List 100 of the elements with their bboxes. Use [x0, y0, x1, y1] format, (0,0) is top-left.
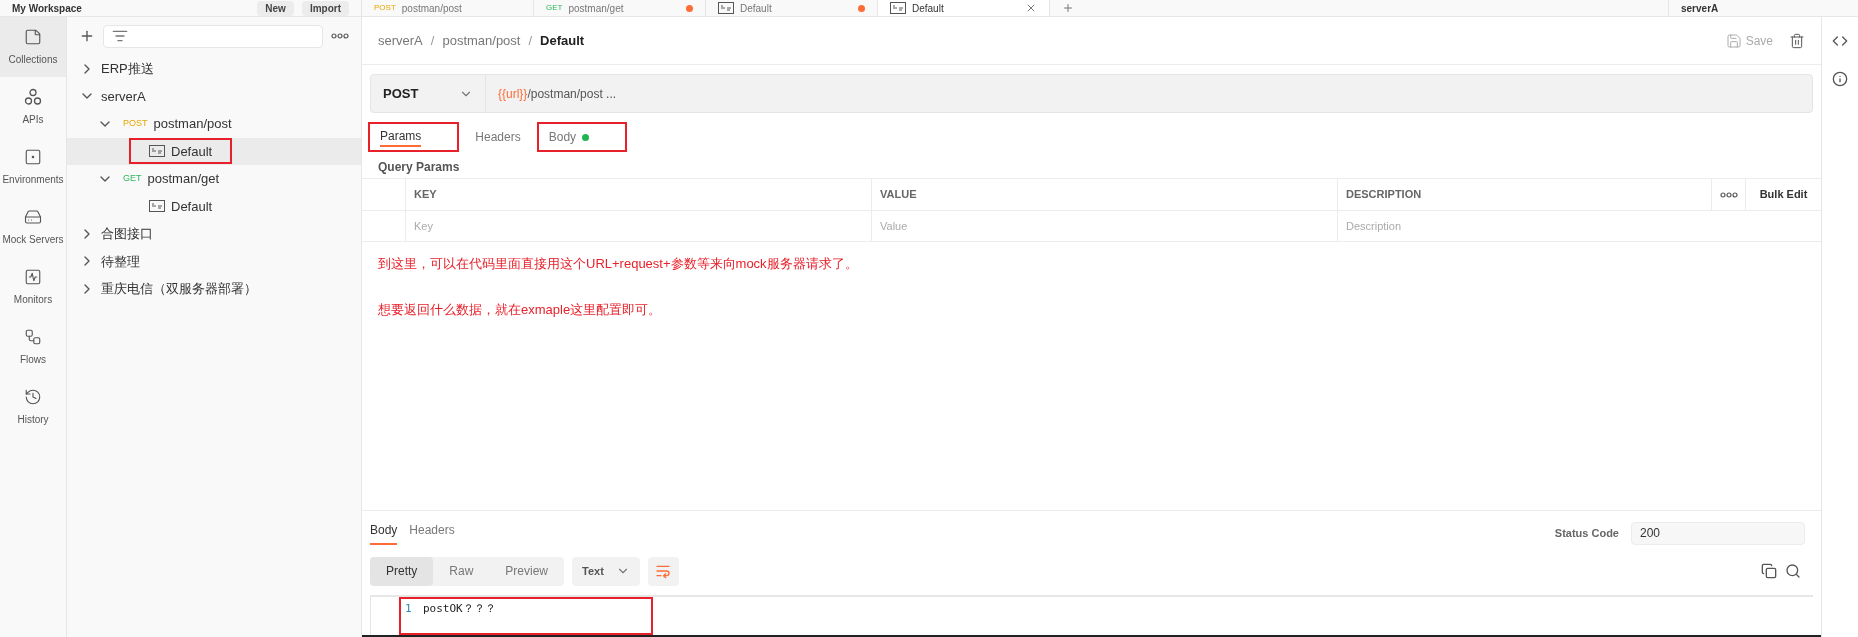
tree-item[interactable]: serverA — [67, 82, 361, 110]
delete-icon[interactable] — [1789, 32, 1805, 49]
rail-item[interactable]: Environments — [0, 137, 66, 197]
workspace-title[interactable]: My Workspace — [12, 0, 250, 16]
wrap-button[interactable] — [647, 556, 679, 586]
rail-item[interactable]: Mock Servers — [0, 197, 66, 257]
wrap-icon — [655, 563, 672, 579]
method-label: GET — [546, 2, 563, 14]
column-header: KEY — [406, 179, 872, 211]
environment-icon — [24, 147, 42, 166]
collections-icon — [24, 27, 42, 46]
folder-label: ERP推送 — [101, 60, 154, 78]
code-line: postOK？？？ — [423, 601, 496, 617]
status-code-field[interactable]: 200 — [1631, 521, 1805, 545]
tree-item[interactable]: ERP推送 — [67, 55, 361, 83]
method-label: POST — [123, 117, 148, 130]
filter-icon — [112, 28, 128, 44]
request-section-tab[interactable]: Body — [548, 127, 590, 147]
request-label: postman/get — [147, 170, 220, 188]
section-title: Query Params — [377, 159, 461, 176]
tab-label: postman/post — [401, 1, 463, 16]
rail-label: Mock Servers — [2, 232, 64, 247]
environment-selector[interactable]: serverA — [1681, 0, 1719, 16]
close-icon[interactable] — [1025, 2, 1037, 14]
circles-icon — [24, 87, 42, 106]
breadcrumb-item[interactable]: postman/post — [442, 30, 521, 51]
request-label: postman/post — [153, 115, 232, 133]
response-tab[interactable]: Headers — [409, 521, 455, 545]
column-header: VALUE — [872, 179, 1338, 211]
tree-item[interactable]: 待整理 — [67, 247, 361, 275]
filter-field[interactable] — [103, 24, 323, 48]
example-icon — [890, 2, 906, 14]
format-tab[interactable]: Preview — [489, 556, 565, 586]
tree-item[interactable]: Default — [67, 137, 361, 165]
search-icon[interactable] — [1785, 563, 1801, 579]
copy-icon[interactable] — [1761, 563, 1777, 579]
column-header: DESCRIPTION — [1338, 179, 1712, 211]
rail-item[interactable]: Monitors — [0, 257, 66, 317]
breadcrumb-item: Default — [540, 31, 585, 50]
tree-item[interactable]: 重庆电信（双服务器部署） — [67, 275, 361, 303]
save-icon — [1725, 32, 1742, 49]
annotation-note: 想要返回什么数据，就在exmaple这里配置即可。 — [378, 300, 663, 319]
tab-label: Default — [912, 1, 945, 16]
annotation-note: 到这里，可以在代码里面直接用这个URL+request+参数等来向mock服务器请求了。 — [378, 255, 859, 273]
example-icon — [149, 200, 165, 213]
response-tab[interactable]: Body — [370, 521, 398, 545]
param-field[interactable]: Key — [406, 211, 872, 241]
example-icon — [149, 145, 165, 158]
rail-item[interactable]: APIs — [0, 77, 66, 137]
rail-label: Environments — [2, 172, 64, 187]
breadcrumb-separator: / — [528, 31, 533, 50]
request-tab[interactable]: POST postman/post — [362, 0, 534, 16]
header-button[interactable]: Import — [301, 0, 349, 16]
code-icon[interactable] — [1832, 33, 1848, 49]
history-icon — [24, 387, 42, 406]
request-tab[interactable]: Default — [878, 0, 1050, 16]
rail-label: Collections — [8, 52, 58, 67]
bulk-edit-button[interactable]: Bulk Edit — [1746, 179, 1821, 211]
request-tab[interactable]: GET postman/get — [534, 0, 706, 16]
header-button[interactable]: New — [257, 0, 294, 16]
tab-label: Default — [740, 1, 773, 16]
rail-item[interactable]: Flows — [0, 317, 66, 377]
example-label: Default — [171, 142, 213, 161]
new-tab-icon[interactable] — [1062, 2, 1074, 14]
format-tab[interactable]: Pretty — [370, 556, 434, 586]
folder-label: serverA — [101, 87, 146, 106]
param-field[interactable]: Description — [1338, 211, 1712, 241]
tree-item[interactable]: 合图接口 — [67, 220, 361, 248]
folder-label: 待整理 — [101, 252, 140, 271]
add-icon[interactable] — [79, 28, 95, 44]
language-select[interactable]: Text — [572, 556, 640, 586]
example-label: Default — [171, 197, 213, 216]
breadcrumb-item[interactable]: serverA — [378, 30, 423, 51]
method-label: GET — [123, 172, 142, 185]
rail-item[interactable]: Collections — [0, 17, 66, 77]
rail-item[interactable]: History — [0, 377, 66, 437]
rail-label: APIs — [22, 112, 44, 127]
more-icon[interactable] — [1719, 191, 1738, 198]
format-tab[interactable]: Raw — [433, 556, 490, 586]
server-icon — [24, 207, 42, 226]
monitor-icon — [24, 267, 42, 286]
rail-label: History — [17, 412, 49, 427]
status-label: Status Code — [1554, 525, 1619, 541]
more-icon[interactable] — [331, 33, 349, 39]
tree-item[interactable]: POST postman/post — [67, 110, 361, 138]
param-field[interactable]: Value — [872, 211, 1338, 241]
rail-label: Flows — [19, 352, 47, 367]
folder-label: 合图接口 — [101, 225, 153, 243]
tree-item[interactable]: GET postman/get — [67, 165, 361, 193]
folder-label: 重庆电信（双服务器部署） — [101, 280, 257, 298]
line-number: 1 — [404, 601, 413, 617]
example-icon — [718, 2, 734, 14]
flow-icon — [24, 327, 42, 346]
request-section-tab[interactable]: Params — [380, 127, 422, 147]
request-section-tab[interactable]: Headers — [475, 127, 521, 147]
info-icon[interactable] — [1832, 71, 1848, 87]
tree-item[interactable]: Default — [67, 192, 361, 220]
method-label: POST — [374, 2, 396, 14]
tab-label: postman/get — [568, 1, 625, 16]
breadcrumb-separator: / — [430, 31, 435, 50]
